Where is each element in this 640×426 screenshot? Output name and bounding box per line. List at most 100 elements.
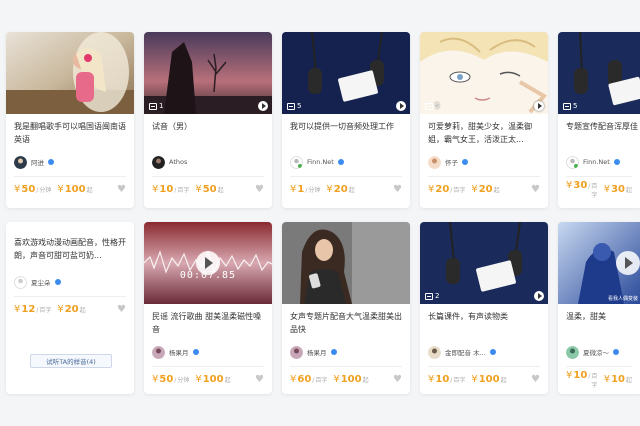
price-primary: ¥1/分钟: [290, 184, 321, 195]
audio-count-badge: 5: [425, 102, 439, 110]
verified-icon: [330, 349, 337, 355]
card-cover[interactable]: 看我人偶变装: [558, 222, 640, 304]
card-title[interactable]: 我可以提供一切音频处理工作: [282, 114, 410, 150]
verified-icon: [489, 349, 496, 355]
card-cover[interactable]: 00:07.85: [144, 222, 272, 304]
heart-icon[interactable]: ♥: [117, 304, 126, 315]
price-secondary: ¥20 起: [471, 184, 500, 195]
card-cover[interactable]: [282, 222, 410, 304]
voice-card[interactable]: 喜欢游戏动漫动画配音，性格开朗，声音可甜可盐可奶... 夏尘朵 ¥12/百字 ¥…: [6, 222, 134, 394]
heart-icon[interactable]: ♥: [117, 184, 126, 195]
price-primary: ¥10/百字: [566, 370, 598, 389]
card-cover[interactable]: 1: [144, 32, 272, 114]
voice-card[interactable]: 5 专题宣传配音浑厚佳 Finn.Net ¥30/百字 ¥30 起: [558, 32, 640, 208]
card-author[interactable]: Finn.Net: [282, 150, 410, 170]
heart-icon[interactable]: ♥: [393, 184, 402, 195]
verified-icon: [613, 159, 620, 165]
card-author[interactable]: 夏微凉～: [558, 340, 640, 360]
card-author[interactable]: 杨果月: [144, 340, 272, 360]
heart-icon[interactable]: ♥: [531, 184, 540, 195]
voice-card[interactable]: 我是翻唱歌手可以唱国语闽南语英语 阿进 ¥50/分钟 ¥100 起 ♥: [6, 32, 134, 208]
price-row: ¥10/百字 ¥50 起 ♥: [144, 177, 272, 197]
author-name: 怀子: [445, 159, 458, 167]
price-primary: ¥50/分钟: [152, 374, 190, 385]
play-button[interactable]: [616, 251, 640, 275]
author-name: 夏尘朵: [31, 279, 51, 287]
cover-image: [282, 222, 410, 304]
card-cover[interactable]: 5: [558, 32, 640, 114]
price-primary: ¥50/分钟: [14, 184, 52, 195]
play-button[interactable]: [196, 251, 220, 275]
card-author[interactable]: Finn.Net: [558, 150, 640, 170]
listen-samples-button[interactable]: 试听TA的样音(4): [30, 354, 112, 368]
card-author[interactable]: 夏尘朵: [6, 270, 134, 290]
card-title[interactable]: 女声专题片配音大气温柔甜美出品快: [282, 304, 410, 340]
avatar: [14, 275, 27, 289]
playlist-icon: [425, 292, 433, 300]
price-row: ¥50/分钟 ¥100 起 ♥: [144, 367, 272, 387]
card-title[interactable]: 我是翻唱歌手可以唱国语闽南语英语: [6, 114, 134, 150]
play-button[interactable]: [258, 101, 268, 111]
card-author[interactable]: 杨果月: [282, 340, 410, 360]
card-author[interactable]: 阿进: [6, 150, 134, 170]
playlist-icon: [425, 102, 433, 110]
card-cover[interactable]: [6, 32, 134, 114]
card-title[interactable]: 可爱萝莉，甜美少女，温柔御姐，霸气女王，活泼正太...: [420, 114, 548, 150]
avatar: [152, 345, 165, 359]
playlist-icon: [563, 102, 571, 110]
card-title[interactable]: 长篇课件，有声读物类: [420, 304, 548, 340]
price-secondary: ¥30 起: [603, 184, 632, 195]
price-primary: ¥12/百字: [14, 304, 52, 315]
price-row: ¥60/百字 ¥100 起 ♥: [282, 367, 410, 387]
voice-card[interactable]: 5 可爱萝莉，甜美少女，温柔御姐，霸气女王，活泼正太... 怀子 ¥20/百字 …: [420, 32, 548, 208]
play-button[interactable]: [396, 101, 406, 111]
voice-card[interactable]: 看我人偶变装 温柔，甜美 夏微凉～ ¥10/百字 ¥10 起: [558, 222, 640, 394]
heart-icon[interactable]: ♥: [531, 374, 540, 385]
price-row: ¥30/百字 ¥30 起: [558, 177, 640, 199]
card-cover[interactable]: 5: [420, 32, 548, 114]
verified-icon: [337, 159, 344, 165]
card-author[interactable]: 金即配音 木...: [420, 340, 548, 360]
play-button[interactable]: [534, 291, 544, 301]
author-name: 金即配音 木...: [445, 349, 486, 357]
card-cover[interactable]: 2: [420, 222, 548, 304]
avatar: [428, 345, 441, 359]
avatar: [290, 155, 303, 169]
card-title[interactable]: 温柔，甜美: [558, 304, 640, 340]
card-author[interactable]: 怀子: [420, 150, 548, 170]
voice-card[interactable]: 00:07.85 民谣 流行歌曲 甜美温柔磁性嗓音 杨果月 ¥50/分钟 ¥10…: [144, 222, 272, 394]
author-name: 杨果月: [307, 349, 327, 357]
avatar: [566, 345, 579, 359]
author-name: 阿进: [31, 159, 44, 167]
price-secondary: ¥50 起: [195, 184, 224, 195]
verified-icon: [54, 279, 61, 285]
price-secondary: ¥100 起: [333, 374, 369, 385]
play-button[interactable]: [534, 101, 544, 111]
avatar: [428, 155, 441, 169]
price-primary: ¥10/百字: [428, 374, 466, 385]
author-name: Finn.Net: [307, 158, 334, 166]
heart-icon[interactable]: ♥: [393, 374, 402, 385]
voice-card[interactable]: 2 长篇课件，有声读物类 金即配音 木... ¥10/百字 ¥100 起 ♥: [420, 222, 548, 394]
card-title[interactable]: 民谣 流行歌曲 甜美温柔磁性嗓音: [144, 304, 272, 340]
heart-icon[interactable]: ♥: [255, 374, 264, 385]
card-title[interactable]: 专题宣传配音浑厚佳: [558, 114, 640, 150]
price-row: ¥10/百字 ¥100 起 ♥: [420, 367, 548, 387]
card-title[interactable]: 试音（男）: [144, 114, 272, 150]
avatar: [14, 155, 27, 169]
price-row: ¥10/百字 ¥10 起: [558, 367, 640, 389]
avatar: [566, 155, 579, 169]
audio-count-badge: 2: [425, 292, 439, 300]
card-title[interactable]: 喜欢游戏动漫动画配音，性格开朗，声音可甜可盐可奶...: [6, 222, 134, 270]
voice-card[interactable]: 1 试音（男） Athos ¥10/百字 ¥50 起 ♥: [144, 32, 272, 208]
verified-icon: [462, 159, 468, 165]
heart-icon[interactable]: ♥: [255, 184, 264, 195]
price-primary: ¥60/百字: [290, 374, 328, 385]
voice-card[interactable]: 5 我可以提供一切音频处理工作 Finn.Net ¥1/分钟 ¥20 起 ♥: [282, 32, 410, 208]
audio-count-badge: 1: [149, 102, 163, 110]
voice-card[interactable]: 女声专题片配音大气温柔甜美出品快 杨果月 ¥60/百字 ¥100 起 ♥: [282, 222, 410, 394]
card-cover[interactable]: 5: [282, 32, 410, 114]
card-author[interactable]: Athos: [144, 150, 272, 170]
price-secondary: ¥100 起: [471, 374, 507, 385]
price-row: ¥50/分钟 ¥100 起 ♥: [6, 177, 134, 197]
